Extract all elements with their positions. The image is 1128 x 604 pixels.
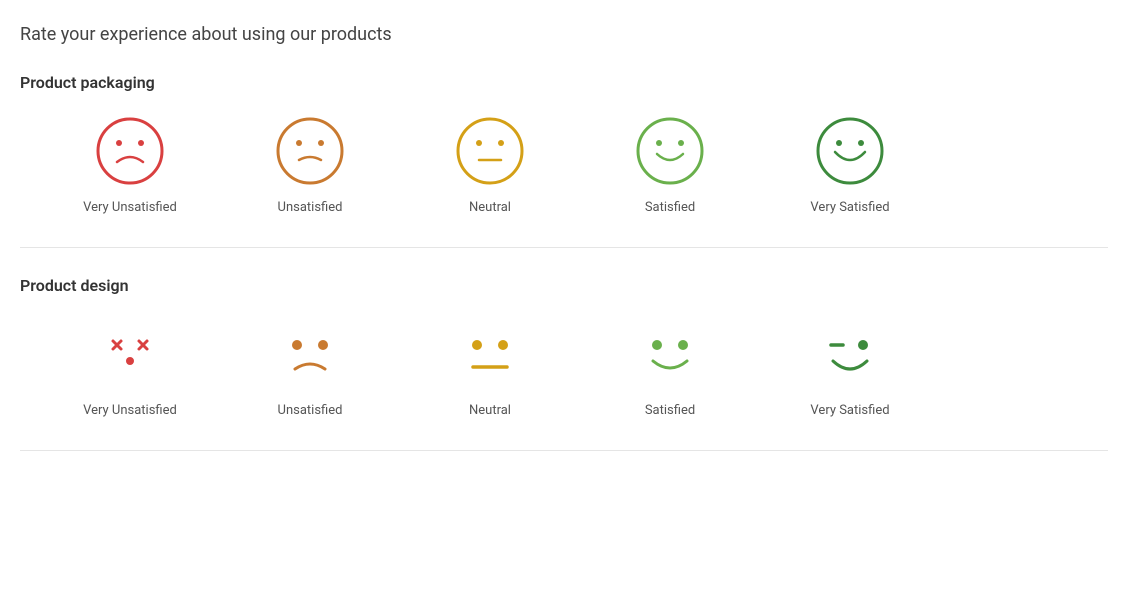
packaging-satisfied-label: Satisfied [645,200,695,215]
design-neutral[interactable]: Neutral [400,319,580,418]
satisfied-circle-icon [635,116,705,186]
packaging-unsatisfied-label: Unsatisfied [278,200,343,215]
very-unsatisfied-minimal-icon [95,319,165,389]
product-packaging-row: Very Unsatisfied Unsatisfied [20,116,1108,215]
neutral-circle-icon [455,116,525,186]
product-packaging-title: Product packaging [20,73,1108,92]
design-very-unsatisfied-label: Very Unsatisfied [83,403,177,418]
product-design-row: Very Unsatisfied Unsatisfied Neutral [20,319,1108,418]
packaging-satisfied[interactable]: Satisfied [580,116,760,215]
design-satisfied[interactable]: Satisfied [580,319,760,418]
packaging-very-unsatisfied-label: Very Unsatisfied [83,200,177,215]
packaging-very-unsatisfied[interactable]: Very Unsatisfied [40,116,220,215]
satisfied-minimal-icon [635,319,705,389]
unsatisfied-minimal-icon [275,319,345,389]
design-satisfied-label: Satisfied [645,403,695,418]
packaging-very-satisfied[interactable]: Very Satisfied [760,116,940,215]
bottom-divider [20,450,1108,451]
neutral-minimal-icon [455,319,525,389]
design-unsatisfied[interactable]: Unsatisfied [220,319,400,418]
unsatisfied-circle-icon [275,116,345,186]
packaging-unsatisfied[interactable]: Unsatisfied [220,116,400,215]
page-title: Rate your experience about using our pro… [20,24,1108,45]
very-unsatisfied-circle-icon [95,116,165,186]
packaging-neutral[interactable]: Neutral [400,116,580,215]
section-divider [20,247,1108,248]
design-very-satisfied-label: Very Satisfied [810,403,889,418]
packaging-neutral-label: Neutral [469,200,511,215]
product-packaging-section: Product packaging Very Unsatisfied [20,73,1108,215]
design-very-unsatisfied[interactable]: Very Unsatisfied [40,319,220,418]
design-very-satisfied[interactable]: Very Satisfied [760,319,940,418]
very-satisfied-circle-icon [815,116,885,186]
packaging-very-satisfied-label: Very Satisfied [810,200,889,215]
product-design-section: Product design Very Unsatisfied [20,276,1108,418]
design-neutral-label: Neutral [469,403,511,418]
design-unsatisfied-label: Unsatisfied [278,403,343,418]
very-satisfied-minimal-icon [815,319,885,389]
product-design-title: Product design [20,276,1108,295]
